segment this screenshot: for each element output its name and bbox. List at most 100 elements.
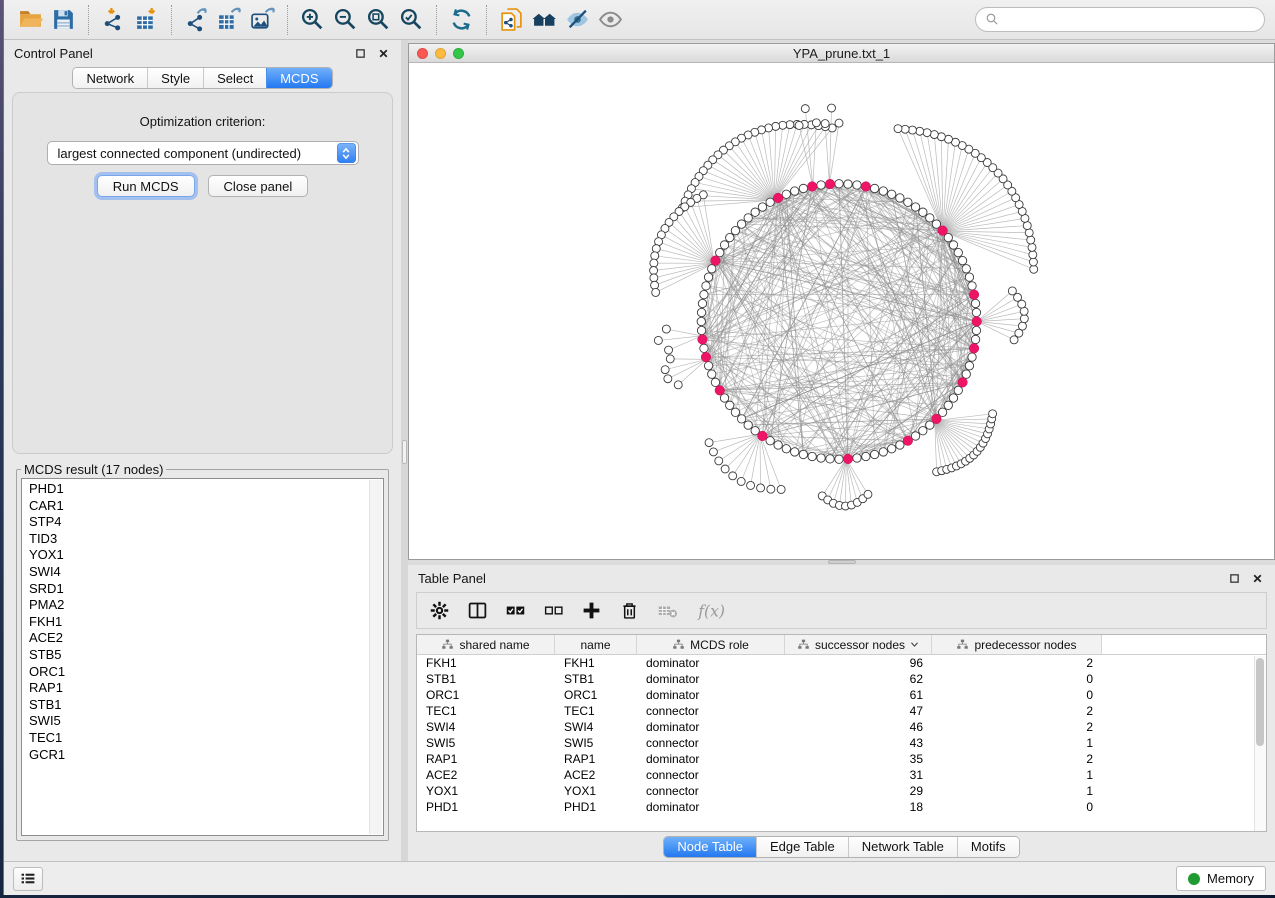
table-scrollbar-thumb[interactable] [1256, 658, 1264, 746]
mcds-result-list[interactable]: PHD1CAR1STP4TID3YOX1SWI4SRD1PMA2FKH1ACE2… [21, 478, 384, 836]
horizontal-splitter-handle[interactable] [828, 560, 856, 564]
mcds-result-item[interactable]: SWI5 [29, 713, 369, 730]
toolbar-refresh-button[interactable] [445, 5, 478, 35]
dominator-node[interactable] [701, 352, 711, 362]
table-row[interactable]: YOX1YOX1connector291 [417, 783, 1266, 799]
select-all-rows-button[interactable] [505, 600, 526, 621]
toolbar-clone-network-button[interactable] [495, 5, 528, 35]
mcds-result-item[interactable]: PMA2 [29, 597, 369, 614]
table-row[interactable]: RAP1RAP1dominator352 [417, 751, 1266, 767]
toolbar-zoom-fit-button[interactable] [362, 5, 395, 35]
vertical-splitter-handle[interactable] [402, 440, 407, 464]
mcds-result-item[interactable]: STB1 [29, 697, 369, 714]
table-scrollbar[interactable] [1254, 656, 1266, 831]
column-header-successor-nodes[interactable]: successor nodes [785, 635, 932, 654]
search-input[interactable] [1005, 11, 1255, 28]
deselect-all-rows-button[interactable] [543, 600, 564, 621]
toolbar-import-table-button[interactable] [130, 5, 163, 35]
mcds-result-item[interactable]: CAR1 [29, 498, 369, 515]
mcds-result-item[interactable]: GCR1 [29, 747, 369, 764]
result-list-scrollbar[interactable] [369, 480, 382, 834]
dominator-node[interactable] [773, 193, 783, 203]
mcds-result-item[interactable]: TEC1 [29, 730, 369, 747]
horizontal-splitter[interactable] [408, 560, 1275, 565]
dominator-node[interactable] [958, 378, 968, 388]
mcds-result-item[interactable]: RAP1 [29, 680, 369, 697]
mcds-result-item[interactable]: SWI4 [29, 564, 369, 581]
dominator-node[interactable] [711, 256, 721, 266]
dominator-node[interactable] [715, 386, 725, 396]
tab-mcds[interactable]: MCDS [266, 68, 331, 88]
toolbar-show-all-button[interactable] [594, 5, 627, 35]
float-panel-icon[interactable] [352, 45, 368, 61]
mcds-result-item[interactable]: STP4 [29, 514, 369, 531]
column-header-predecessor-nodes[interactable]: predecessor nodes [932, 635, 1102, 654]
table-row[interactable]: SWI4SWI4dominator462 [417, 719, 1266, 735]
tab-select[interactable]: Select [203, 68, 266, 88]
memory-button[interactable]: Memory [1176, 866, 1266, 891]
dominator-node[interactable] [972, 317, 982, 327]
table-row[interactable]: FKH1FKH1dominator962 [417, 655, 1266, 671]
toolbar-export-network-button[interactable] [180, 5, 213, 35]
column-header-shared-name[interactable]: shared name [417, 635, 555, 654]
float-table-panel-icon[interactable] [1226, 570, 1242, 586]
toolbar-import-network-button[interactable] [97, 5, 130, 35]
dominator-node[interactable] [932, 414, 942, 424]
tab-motifs[interactable]: Motifs [957, 837, 1019, 857]
dominator-node[interactable] [969, 290, 979, 300]
toolbar-first-neighbors-button[interactable] [528, 5, 561, 35]
close-panel-button[interactable]: Close panel [208, 175, 309, 197]
dominator-node[interactable] [843, 454, 853, 464]
table-row[interactable]: ORC1ORC1dominator610 [417, 687, 1266, 703]
toolbar-zoom-in-button[interactable] [296, 5, 329, 35]
dominator-node[interactable] [807, 182, 817, 192]
table-row[interactable]: ACE2ACE2connector311 [417, 767, 1266, 783]
table-row[interactable]: TEC1TEC1connector472 [417, 703, 1266, 719]
table-row[interactable]: PHD1PHD1dominator180 [417, 799, 1266, 815]
tab-node-table[interactable]: Node Table [664, 837, 756, 857]
dominator-node[interactable] [698, 335, 708, 345]
delete-column-button[interactable] [619, 600, 640, 621]
search-box[interactable] [975, 7, 1265, 32]
dominator-node[interactable] [861, 182, 871, 192]
criterion-dropdown[interactable]: largest connected component (undirected) [47, 141, 359, 165]
dominator-node[interactable] [825, 179, 835, 189]
network-graph[interactable] [409, 63, 1274, 559]
mcds-result-item[interactable]: YOX1 [29, 547, 369, 564]
tab-network-table[interactable]: Network Table [848, 837, 957, 857]
tab-style[interactable]: Style [147, 68, 203, 88]
toolbar-save-session-button[interactable] [47, 5, 80, 35]
table-row[interactable]: SWI5SWI5connector431 [417, 735, 1266, 751]
toolbar-open-file-button[interactable] [14, 5, 47, 35]
column-header-name[interactable]: name [555, 635, 637, 654]
toolbar-hide-selected-button[interactable] [561, 5, 594, 35]
toolbar-zoom-selected-button[interactable] [395, 5, 428, 35]
mcds-result-item[interactable]: FKH1 [29, 614, 369, 631]
node-table[interactable]: shared namenameMCDS rolesuccessor nodesp… [416, 634, 1267, 832]
mcds-result-item[interactable]: TID3 [29, 531, 369, 548]
column-layout-button[interactable] [467, 600, 488, 621]
dominator-node[interactable] [903, 436, 913, 446]
mcds-result-item[interactable]: ACE2 [29, 630, 369, 647]
toolbar-zoom-out-button[interactable] [329, 5, 362, 35]
dominator-node[interactable] [969, 344, 979, 354]
toolbar-export-image-button[interactable] [246, 5, 279, 35]
add-column-button[interactable] [581, 600, 602, 621]
tab-network[interactable]: Network [73, 68, 147, 88]
table-row[interactable]: STB1STB1dominator620 [417, 671, 1266, 687]
dominator-node[interactable] [758, 431, 768, 441]
toolbar-export-table-button[interactable] [213, 5, 246, 35]
table-settings-button[interactable] [429, 600, 450, 621]
column-header-mcds-role[interactable]: MCDS role [637, 635, 785, 654]
mcds-result-item[interactable]: ORC1 [29, 664, 369, 681]
dominator-node[interactable] [938, 226, 948, 236]
task-history-button[interactable] [13, 867, 43, 891]
run-mcds-button[interactable]: Run MCDS [97, 175, 195, 197]
mcds-result-item[interactable]: STB5 [29, 647, 369, 664]
vertical-splitter[interactable] [401, 40, 408, 861]
close-panel-icon[interactable] [375, 45, 391, 61]
close-table-panel-icon[interactable] [1249, 570, 1265, 586]
mcds-result-item[interactable]: PHD1 [29, 481, 369, 498]
network-canvas[interactable] [409, 63, 1274, 559]
mcds-result-item[interactable]: SRD1 [29, 581, 369, 598]
